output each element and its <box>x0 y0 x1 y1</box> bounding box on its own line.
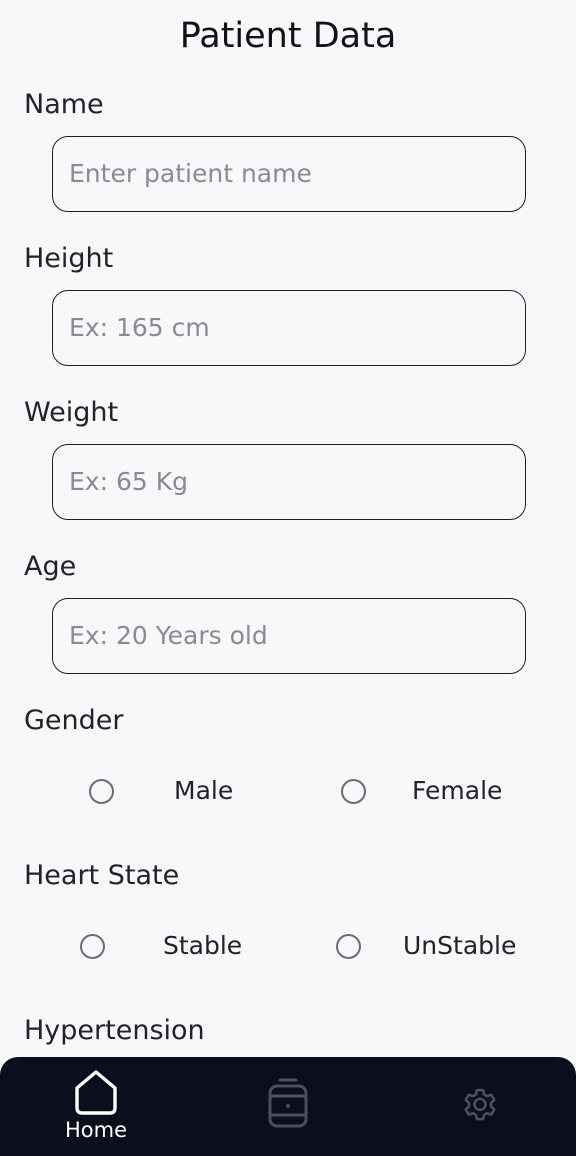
heart-state-label: Heart State <box>24 860 180 891</box>
name-field[interactable] <box>52 136 526 212</box>
name-input[interactable] <box>69 137 509 209</box>
age-field[interactable] <box>52 598 526 674</box>
male-radio[interactable] <box>89 779 114 804</box>
female-radio[interactable] <box>341 779 366 804</box>
stable-option-label[interactable]: Stable <box>163 930 242 962</box>
bottom-nav: Home <box>0 1057 576 1156</box>
patient-data-screen: Patient Data Name Height Weight Age Gend… <box>0 0 576 1156</box>
nav-item-home[interactable]: Home <box>46 1057 146 1156</box>
height-field[interactable] <box>52 290 526 366</box>
female-option-label[interactable]: Female <box>412 775 502 807</box>
age-label: Age <box>24 551 77 582</box>
weight-input[interactable] <box>69 445 509 517</box>
unstable-radio[interactable] <box>336 934 361 959</box>
gender-label: Gender <box>24 705 124 736</box>
stable-radio[interactable] <box>80 934 105 959</box>
name-label: Name <box>24 89 104 120</box>
unstable-option-label[interactable]: UnStable <box>403 930 516 962</box>
nav-item-records[interactable] <box>248 1057 328 1156</box>
hypertension-label: Hypertension <box>24 1015 205 1046</box>
nav-item-settings[interactable] <box>440 1057 520 1156</box>
height-label: Height <box>24 243 114 274</box>
age-input[interactable] <box>69 599 509 671</box>
nav-label-home: Home <box>64 1118 127 1142</box>
page-title: Patient Data <box>179 16 397 56</box>
weight-label: Weight <box>24 397 119 428</box>
weight-field[interactable] <box>52 444 526 520</box>
male-option-label[interactable]: Male <box>174 775 233 807</box>
height-input[interactable] <box>69 291 509 363</box>
